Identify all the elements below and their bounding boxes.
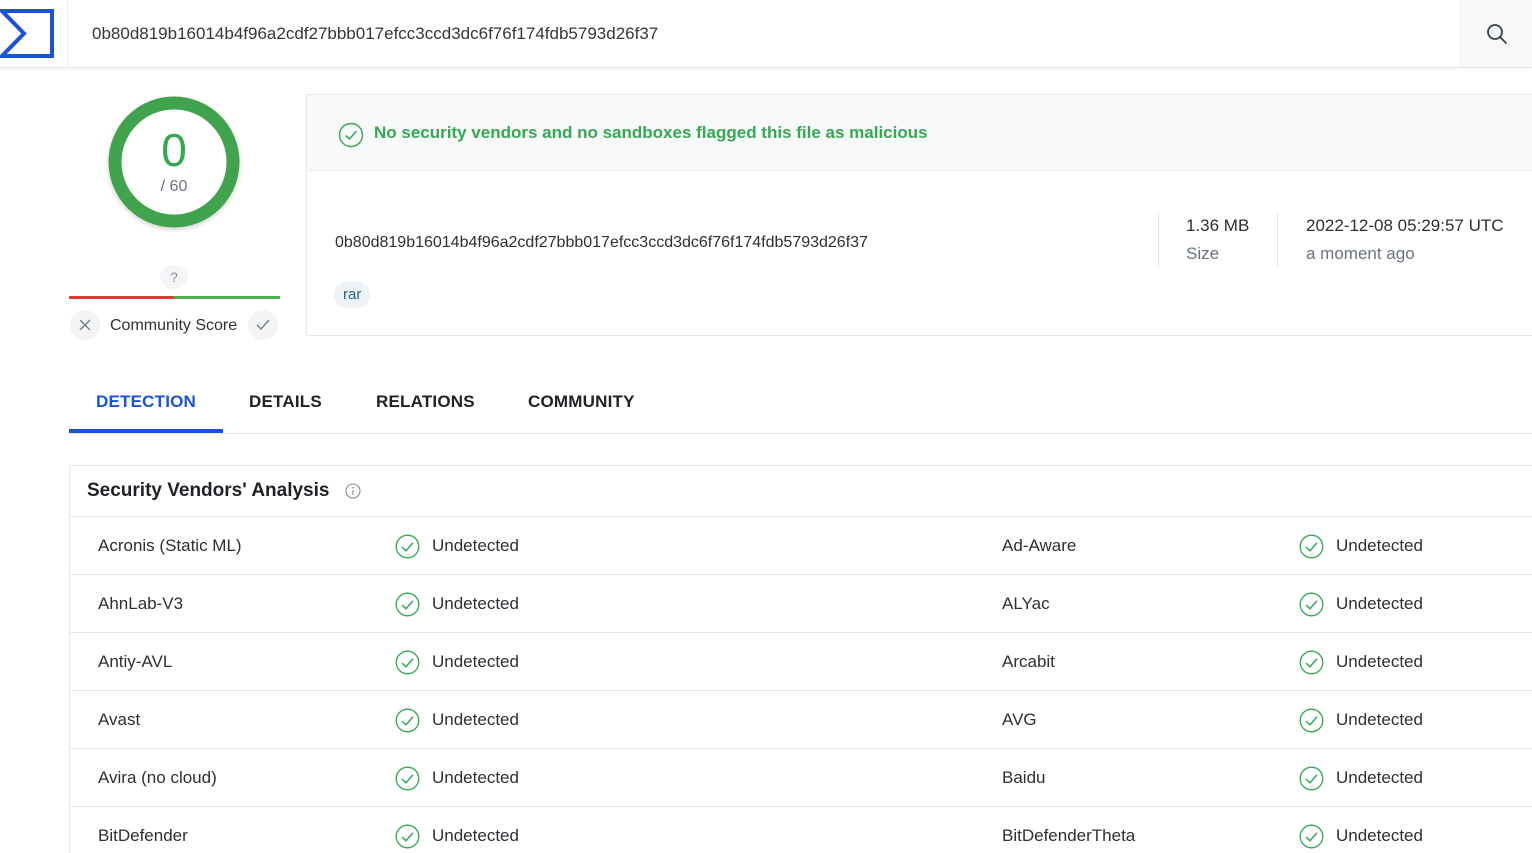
table-row: Avast Undetected AVG Undetected [70, 691, 1532, 749]
search-button[interactable] [1460, 0, 1532, 67]
vendor-result: Undetected [432, 768, 519, 787]
table-row: AhnLab-V3 Undetected ALYac Undetected [70, 575, 1532, 633]
vendors-analysis-section: Security Vendors' Analysis Acronis (Stat… [69, 465, 1532, 853]
check-circle-icon [395, 650, 420, 675]
vendor-name: ALYac [1002, 594, 1050, 613]
file-hash: 0b80d819b16014b4f96a2cdf27bbb017efcc3ccd… [335, 234, 868, 251]
analysis-date-relative: a moment ago [1306, 244, 1415, 263]
community-bar-harmless [174, 296, 280, 299]
detection-count: 0 [161, 124, 187, 176]
community-score-value: ? [160, 265, 188, 289]
vendor-result: Undetected [432, 652, 519, 671]
detection-total: / 60 [160, 178, 188, 195]
vendor-name: Baidu [1002, 768, 1046, 787]
search-input[interactable] [68, 0, 1460, 67]
top-bar [0, 0, 1532, 68]
vendor-name: AhnLab-V3 [98, 594, 184, 613]
table-row: Avira (no cloud) Undetected Baidu Undetecte… [70, 749, 1532, 807]
vendor-result: Undetected [1336, 536, 1423, 555]
vendor-name: Avira (no cloud) [98, 768, 217, 787]
vendor-result: Undetected [1336, 826, 1423, 845]
file-summary-card: No security vendors and no sandboxes fla… [306, 94, 1532, 336]
check-icon [256, 319, 270, 331]
table-row: BitDefender Undetected BitDefenderTheta Und… [70, 807, 1532, 853]
status-message: No security vendors and no sandboxes fla… [374, 123, 928, 142]
vendor-name: BitDefender [98, 826, 188, 845]
vendor-result: Undetected [1336, 652, 1423, 671]
close-icon [79, 319, 91, 331]
search-icon [1486, 23, 1507, 44]
vendor-name: AVG [1002, 710, 1037, 729]
vendor-name: Acronis (Static ML) [98, 536, 242, 555]
vendor-result: Undetected [1336, 768, 1423, 787]
vendor-result: Undetected [432, 594, 519, 613]
check-circle-icon [1299, 766, 1324, 791]
check-circle-icon [395, 766, 420, 791]
community-score-bar [69, 296, 280, 299]
meta-divider [1277, 213, 1278, 267]
file-size-label: Size [1186, 244, 1220, 263]
table-row: Antiy-AVL Undetected Arcabit Undetected [70, 633, 1532, 691]
check-circle-icon [1299, 534, 1324, 559]
community-score-label: Community Score [110, 317, 238, 334]
analysis-date: 2022-12-08 05:29:57 UTC [1306, 216, 1504, 235]
vendor-result: Undetected [1336, 594, 1423, 613]
file-size-value: 1.36 MB [1186, 216, 1250, 235]
vendor-name: Arcabit [1002, 652, 1055, 671]
vote-malicious-button[interactable] [70, 310, 100, 340]
status-banner: No security vendors and no sandboxes fla… [307, 95, 1532, 171]
section-title: Security Vendors' Analysis [87, 480, 330, 501]
tab-details[interactable]: DETAILS [249, 372, 322, 433]
check-circle-icon [395, 708, 420, 733]
tab-community[interactable]: COMMUNITY [528, 372, 635, 433]
meta-divider [1158, 213, 1159, 267]
vendor-result: Undetected [432, 536, 519, 555]
check-circle-icon [1299, 650, 1324, 675]
vendor-name: Ad-Aware [1002, 536, 1077, 555]
active-tab-indicator [69, 429, 223, 433]
vendor-name: Antiy-AVL [98, 652, 173, 671]
tab-bar: DETECTION DETAILS RELATIONS COMMUNITY [69, 372, 1532, 434]
vendor-result: Undetected [432, 826, 519, 845]
check-circle-icon [395, 534, 420, 559]
vendor-name: BitDefenderTheta [1002, 826, 1136, 845]
check-circle-icon [1299, 708, 1324, 733]
vendor-name: Avast [98, 710, 141, 729]
vendor-result: Undetected [432, 710, 519, 729]
table-row: Acronis (Static ML) Undetected Ad-Aware Und… [70, 517, 1532, 575]
virustotal-logo-icon[interactable] [0, 9, 54, 58]
community-bar-malicious [69, 296, 174, 299]
check-circle-icon [1299, 592, 1324, 617]
vote-harmless-button[interactable] [248, 310, 278, 340]
vendor-result: Undetected [1336, 710, 1423, 729]
check-circle-icon [338, 122, 364, 148]
info-icon[interactable] [345, 483, 361, 499]
check-circle-icon [1299, 824, 1324, 849]
check-circle-icon [395, 592, 420, 617]
tab-detection[interactable]: DETECTION [96, 372, 196, 433]
tab-relations[interactable]: RELATIONS [376, 372, 475, 433]
check-circle-icon [395, 824, 420, 849]
file-tag[interactable]: rar [334, 282, 371, 308]
